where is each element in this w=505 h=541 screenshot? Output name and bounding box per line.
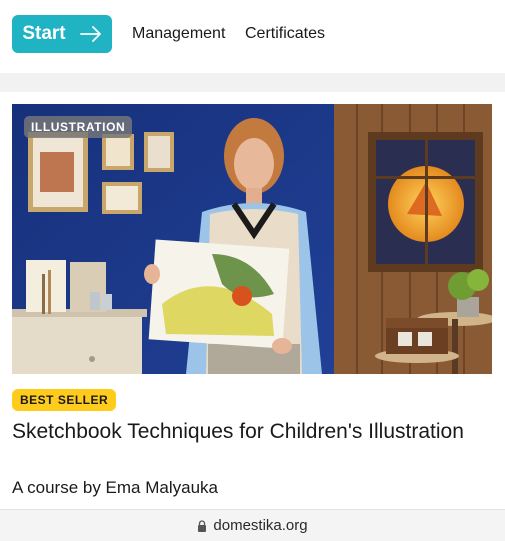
nav-link-management[interactable]: Management <box>132 25 225 43</box>
category-badge: ILLUSTRATION <box>24 116 133 138</box>
url-text: domestika.org <box>213 517 308 534</box>
start-button[interactable]: Start <box>12 15 112 53</box>
course-thumbnail[interactable] <box>12 104 492 374</box>
top-navigation: Start Management Certificates <box>0 0 505 70</box>
course-author: A course by Ema Malyauka <box>12 478 218 497</box>
course-thumbnail-image <box>12 104 492 374</box>
browser-address-bar[interactable]: domestika.org <box>0 509 505 541</box>
section-divider <box>0 73 505 92</box>
start-button-label: Start <box>22 23 66 44</box>
course-title[interactable]: Sketchbook Techniques for Children's Ill… <box>12 417 482 446</box>
nav-link-certificates[interactable]: Certificates <box>245 25 325 43</box>
lock-icon <box>198 519 207 532</box>
best-seller-badge: BEST SELLER <box>12 389 117 411</box>
arrow-right-icon <box>79 26 101 42</box>
